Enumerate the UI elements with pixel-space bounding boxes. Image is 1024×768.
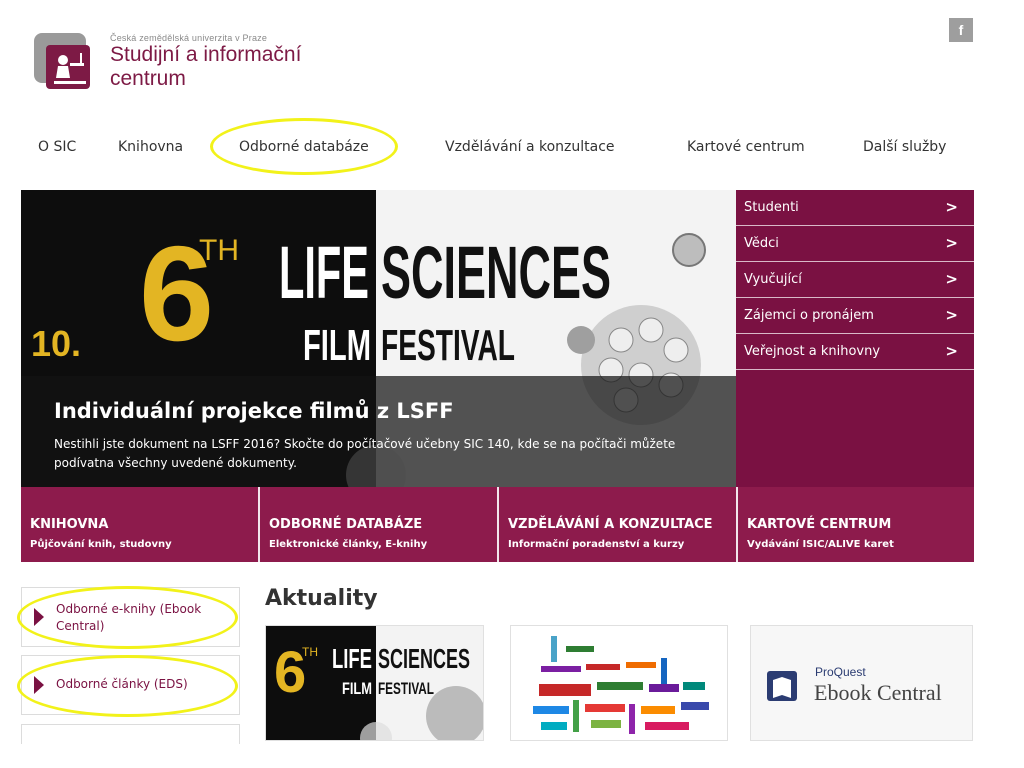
proquest-brand-big: Ebook Central (814, 680, 942, 705)
university-name: Česká zemědělská univerzita v Praze (110, 33, 268, 43)
quick-link-label: Odborné e-knihy (Ebook Central) (56, 602, 202, 633)
hero-number-suffix: TH (199, 234, 239, 267)
quick-link-eds[interactable]: Odborné články (EDS) (21, 655, 240, 715)
facebook-icon[interactable]: f (949, 18, 973, 42)
site-title-line1: Studijní a informační (110, 43, 302, 66)
tile-title: KNIHOVNA (30, 517, 109, 532)
chevron-right-icon: > (945, 234, 958, 252)
nav-knihovna[interactable]: Knihovna (118, 139, 183, 155)
audience-item-vyucujici[interactable]: Vyučující > (736, 262, 974, 298)
banner-word-sciences: SCIENCES (381, 231, 611, 314)
tile-kartove-centrum[interactable]: KARTOVÉ CENTRUM Vydávání ISIC/ALIVE kare… (738, 487, 974, 562)
tile-subtitle: Půjčování knih, studovny (30, 539, 172, 550)
tile-subtitle: Elektronické články, E-knihy (269, 539, 428, 550)
chevron-right-icon: > (945, 306, 958, 324)
audience-label: Veřejnost a knihovny (744, 344, 881, 359)
audience-label: Studenti (744, 200, 799, 215)
nav-odborne-databaze[interactable]: Odborné databáze (239, 139, 369, 155)
arrow-right-icon (34, 608, 44, 626)
audience-label: Zájemci o pronájem (744, 308, 874, 323)
hero-edition: 10. (31, 323, 81, 364)
proquest-brand-small: ProQuest (815, 665, 866, 679)
card-word-sciences: SCIENCES (378, 643, 470, 674)
chevron-right-icon: > (945, 198, 958, 216)
nav-dalsi-sluzby[interactable]: Další služby (863, 139, 946, 155)
logo-icon (34, 33, 90, 89)
tile-knihovna[interactable]: KNIHOVNA Půjčování knih, studovny (21, 487, 259, 562)
news-card-wordcloud[interactable] (510, 625, 728, 741)
tile-title: VZDĚLÁVÁNÍ A KONZULTACE (508, 517, 713, 532)
audience-item-verejnost[interactable]: Veřejnost a knihovny > (736, 334, 974, 370)
audience-label: Vyučující (744, 272, 802, 287)
tile-odborne-databaze[interactable]: ODBORNÉ DATABÁZE Elektronické články, E-… (260, 487, 498, 562)
site-title-line2: centrum (110, 67, 186, 90)
card-word-festival: FESTIVAL (378, 679, 434, 698)
banner-word-film: FILM (303, 321, 371, 370)
banner-word-life: LIFE (279, 231, 369, 314)
hero-banner[interactable]: 6 TH 10. LIFE SCIENCES FILM FESTIVAL Ind… (21, 190, 736, 487)
wordcloud-image (533, 636, 709, 734)
audience-item-zajemci[interactable]: Zájemci o pronájem > (736, 298, 974, 334)
nav-vzdelavani[interactable]: Vzdělávání a konzultace (445, 139, 615, 155)
tile-title: ODBORNÉ DATABÁZE (269, 517, 423, 532)
chevron-right-icon: > (945, 342, 958, 360)
arrow-right-icon (34, 676, 44, 694)
chevron-right-icon: > (945, 270, 958, 288)
tile-subtitle: Informační poradenství a kurzy (508, 539, 685, 550)
card-word-film: FILM (342, 679, 372, 698)
news-card-proquest[interactable]: ProQuest Ebook Central (750, 625, 973, 741)
card-number-suffix: TH (302, 645, 318, 659)
nav-o-sic[interactable]: O SIC (38, 139, 76, 155)
hero-title[interactable]: Individuální projekce filmů z LSFF (54, 399, 454, 423)
news-card-image: 6 TH LIFE SCIENCES FILM FESTIVAL (266, 626, 483, 740)
hero-description: Nestihli jste dokument na LSFF 2016? Sko… (54, 437, 676, 470)
news-card-lsff[interactable]: 6 TH LIFE SCIENCES FILM FESTIVAL (265, 625, 484, 741)
tile-vzdelavani[interactable]: VZDĚLÁVÁNÍ A KONZULTACE Informační porad… (499, 487, 737, 562)
quick-link-partial[interactable] (21, 724, 240, 744)
tile-subtitle: Vydávání ISIC/ALIVE karet (747, 539, 894, 550)
nav-kartove-centrum[interactable]: Kartové centrum (687, 139, 805, 155)
audience-label: Vědci (744, 236, 779, 251)
quick-link-ebook-central[interactable]: Odborné e-knihy (Ebook Central) (21, 587, 240, 647)
card-word-life: LIFE (332, 643, 372, 674)
audience-item-vedci[interactable]: Vědci > (736, 226, 974, 262)
proquest-logo: ProQuest Ebook Central (767, 665, 942, 705)
quick-link-label: Odborné články (EDS) (56, 677, 188, 691)
tile-title: KARTOVÉ CENTRUM (747, 517, 892, 532)
banner-word-festival: FESTIVAL (381, 321, 515, 370)
site-logo[interactable]: Česká zemědělská univerzita v Praze Stud… (34, 33, 334, 98)
news-heading: Aktuality (265, 586, 378, 611)
audience-item-studenti[interactable]: Studenti > (736, 190, 974, 226)
audience-menu: Studenti > Vědci > Vyučující > Zájemci o… (736, 190, 974, 487)
